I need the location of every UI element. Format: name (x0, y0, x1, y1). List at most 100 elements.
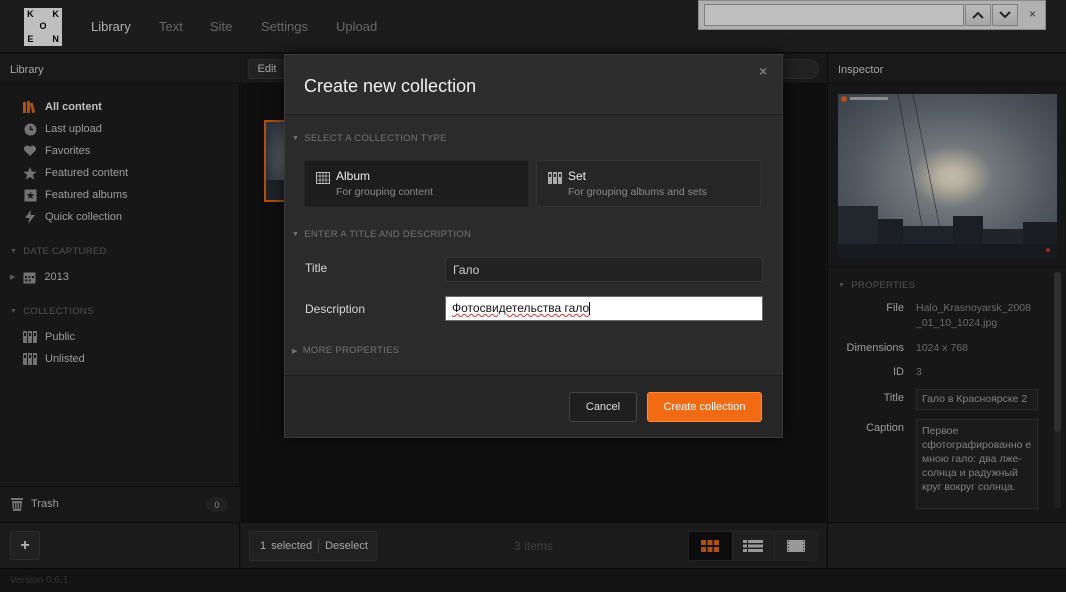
properties-section[interactable]: ▼ PROPERTIES (838, 280, 915, 291)
sidebar-item-public[interactable]: Public (22, 328, 75, 346)
sidebar-item-unlisted[interactable]: Unlisted (22, 350, 85, 368)
library-title: Library (10, 64, 44, 76)
find-input[interactable] (704, 4, 964, 26)
id-value: 3 (916, 366, 922, 378)
top-bar: KK O EN Library Text Site Settings Uploa… (0, 0, 1066, 53)
collapse-triangle-icon: ▼ (10, 248, 18, 255)
sidebar-item-last-upload[interactable]: Last upload (22, 120, 102, 138)
chevron-down-icon (999, 11, 1011, 19)
collapse-triangle-icon: ▼ (292, 135, 300, 142)
library-sidebar: Library All content Last upload Favorite… (0, 54, 240, 522)
close-icon[interactable]: × (759, 63, 767, 79)
scrollbar-thumb[interactable] (1054, 272, 1061, 432)
calendar-icon (21, 270, 37, 284)
add-button[interactable]: + (10, 531, 40, 560)
inspector-header: Inspector (828, 54, 1066, 84)
library-icon (22, 100, 38, 114)
nav-settings[interactable]: Settings (261, 19, 308, 34)
edit-button[interactable]: Edit (248, 59, 286, 79)
inspector-scrollbar[interactable] (1054, 272, 1061, 508)
content-footer: 3 items 1 selected Deselect (241, 522, 826, 568)
dimensions-value: 1024 x 768 (916, 342, 968, 354)
title-label: Title (883, 392, 904, 404)
title-input[interactable]: Гало (445, 257, 763, 282)
star-icon (22, 166, 38, 180)
file-label: File (886, 302, 904, 314)
expand-triangle-icon: ▶ (292, 347, 298, 355)
trash-item[interactable]: Trash 0 (0, 486, 240, 522)
file-value: Halo_Krasnoyarsk_2008 _01_10_1024.jpg (916, 302, 1031, 329)
album-type-option[interactable]: Album For grouping content (304, 160, 529, 207)
date-captured-section[interactable]: ▼ DATE CAPTURED (10, 246, 107, 257)
caption-field[interactable]: Первое сфотографированно е мною гало: дв… (916, 419, 1038, 509)
clock-icon (22, 122, 38, 136)
list-icon (743, 540, 764, 552)
view-toggle (688, 531, 818, 561)
selected-count: 1 (260, 540, 267, 552)
sidebar-item-quick-collection[interactable]: Quick collection (22, 208, 122, 226)
dialog-title: Create new collection (304, 76, 477, 96)
chevron-up-icon (972, 11, 984, 19)
divider (318, 539, 320, 553)
trash-label: Trash (31, 498, 59, 510)
grid-icon (701, 540, 720, 552)
dimensions-label: Dimensions (846, 342, 904, 354)
set-icon (548, 172, 562, 184)
sidebar-item-featured-content[interactable]: Featured content (22, 164, 128, 182)
inspector-panel: Inspector ▼ PROPERTIES File Halo_Krasnoy… (827, 54, 1066, 522)
set-icon (22, 352, 38, 366)
nav-text[interactable]: Text (159, 19, 183, 34)
collapse-triangle-icon: ▼ (10, 308, 18, 315)
dialog-footer: Cancel Create collection (285, 375, 782, 437)
collapse-triangle-icon: ▼ (292, 231, 300, 238)
title-field-label: Title (305, 261, 328, 275)
title-field[interactable]: Гало в Красноярске 2 (916, 389, 1038, 410)
trash-icon (11, 497, 23, 511)
inspector-preview-image (838, 94, 1057, 259)
filmstrip-icon (787, 540, 806, 552)
version-label: Version 0.6.1 (10, 575, 69, 586)
sidebar-item-featured-albums[interactable]: Featured albums (22, 186, 128, 204)
find-previous-button[interactable] (965, 4, 991, 26)
collection-type-section[interactable]: ▼ SELECT A COLLECTION TYPE (292, 133, 447, 144)
collapse-triangle-icon: ▼ (838, 282, 846, 289)
text-caret (589, 302, 591, 316)
nav-upload[interactable]: Upload (336, 19, 377, 34)
divider (828, 266, 1066, 267)
title-description-section[interactable]: ▼ ENTER A TITLE AND DESCRIPTION (292, 229, 471, 240)
album-icon (316, 172, 330, 184)
nav-library[interactable]: Library (91, 19, 131, 34)
grid-view-button[interactable] (689, 532, 732, 560)
id-label: ID (893, 366, 904, 378)
sidebar-item-favorites[interactable]: Favorites (22, 142, 90, 160)
find-bar: × (698, 0, 1046, 30)
create-collection-button[interactable]: Create collection (647, 392, 762, 422)
dialog-header: Create new collection × (285, 55, 782, 115)
more-properties-section[interactable]: ▶ MORE PROPERTIES (292, 345, 399, 356)
sidebar-item-all-content[interactable]: All content (22, 98, 102, 116)
nav-site[interactable]: Site (210, 19, 232, 34)
inspector-title: Inspector (838, 64, 884, 76)
list-view-button[interactable] (731, 532, 775, 560)
status-bar: Version 0.6.1 (0, 568, 1066, 592)
expand-triangle-icon: ▶ (10, 274, 16, 281)
deselect-button[interactable]: Deselect (325, 540, 368, 552)
trash-count-badge: 0 (206, 497, 228, 512)
find-close-button[interactable]: × (1029, 7, 1036, 21)
cancel-button[interactable]: Cancel (569, 392, 637, 422)
filmstrip-view-button[interactable] (774, 532, 817, 560)
sidebar-item-2013[interactable]: ▶ 2013 (10, 268, 69, 286)
set-type-option[interactable]: Set For grouping albums and sets (536, 160, 761, 207)
description-field-label: Description (305, 302, 366, 316)
set-type-name: Set (568, 169, 587, 183)
set-type-desc: For grouping albums and sets (568, 186, 707, 198)
collections-section[interactable]: ▼ COLLECTIONS (10, 306, 94, 317)
koken-logo[interactable]: KK O EN (24, 8, 62, 46)
selected-label: selected (271, 540, 313, 552)
find-next-button[interactable] (992, 4, 1018, 26)
caption-label: Caption (866, 422, 904, 434)
album-type-desc: For grouping content (336, 186, 433, 198)
inspector-footer (827, 522, 1066, 568)
description-input[interactable]: Фотосвидетельства гало (445, 296, 763, 321)
sidebar-footer: + (0, 522, 240, 568)
